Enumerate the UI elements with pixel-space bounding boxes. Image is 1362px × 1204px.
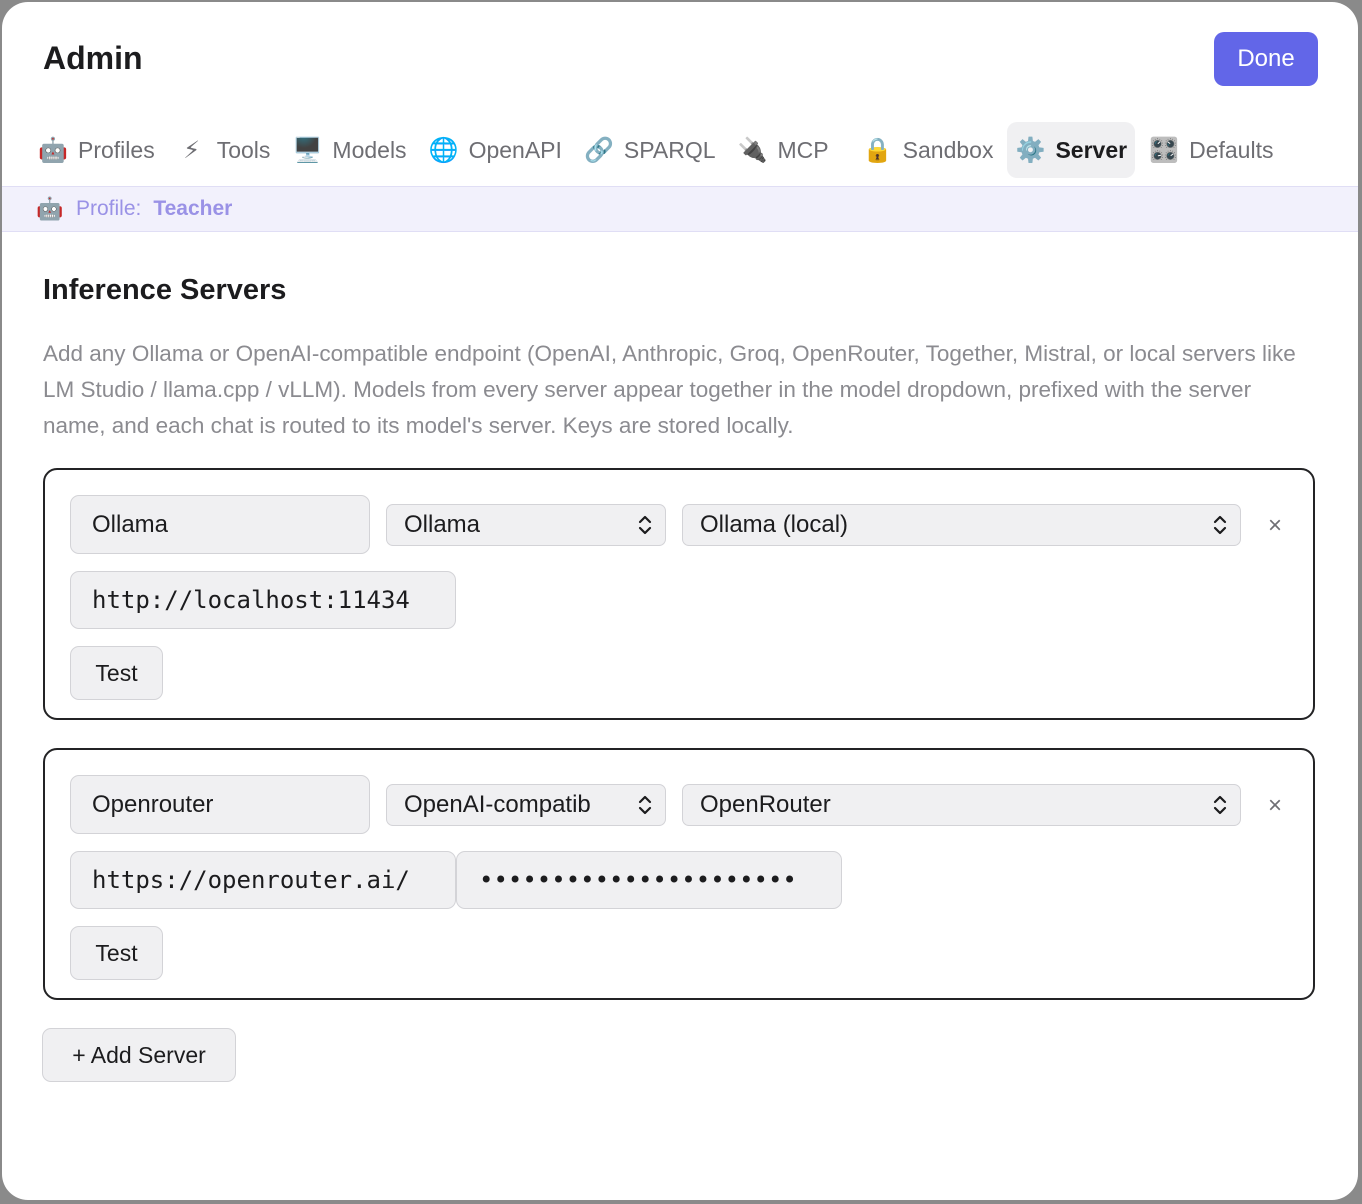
server-type-value: Ollama	[404, 511, 481, 538]
section-title: Inference Servers	[43, 274, 287, 306]
tab-profiles[interactable]: 🤖 Profiles	[30, 122, 163, 178]
tab-bar: 🤖 Profiles ⚡ Tools 🖥️ Models 🌐 OpenAPI 🔗…	[30, 121, 1287, 179]
server-name-input[interactable]: Openrouter	[70, 775, 370, 834]
server-type-value: OpenAI-compatib	[404, 791, 591, 818]
server-preset-value: Ollama (local)	[700, 511, 849, 538]
section-description: Add any Ollama or OpenAI-compatible endp…	[43, 341, 1296, 438]
tab-mcp[interactable]: 🔌 MCP	[730, 122, 837, 178]
test-button[interactable]: Test	[70, 646, 163, 700]
server-preset-select[interactable]: Ollama (local)	[682, 504, 1241, 546]
profile-bar: 🤖 Profile: Teacher	[2, 186, 1358, 232]
server-card: Ollama Ollama Ollama (local) × http://lo…	[43, 468, 1315, 720]
server-preset-select[interactable]: OpenRouter	[682, 784, 1241, 826]
tab-label: Models	[332, 136, 407, 163]
profile-name: Teacher	[153, 197, 233, 220]
chevron-up-down-icon	[1213, 515, 1227, 535]
server-type-select[interactable]: Ollama	[386, 504, 666, 546]
profile-label: Profile:	[76, 197, 142, 220]
link-icon: 🔗	[583, 136, 614, 164]
robot-icon: 🤖	[38, 136, 68, 164]
remove-server-button[interactable]: ×	[1263, 792, 1287, 820]
tab-server[interactable]: ⚙️ Server	[1007, 122, 1136, 178]
server-type-select[interactable]: OpenAI-compatib	[386, 784, 666, 826]
monitor-icon: 🖥️	[292, 136, 323, 164]
page-title: Admin	[43, 40, 143, 76]
server-preset-value: OpenRouter	[700, 791, 831, 818]
admin-modal: Admin Done 🤖 Profiles ⚡ Tools 🖥️ Models …	[2, 2, 1358, 1200]
plug-icon: 🔌	[737, 136, 768, 164]
tab-label: Tools	[216, 136, 271, 163]
tab-label: Defaults	[1189, 136, 1274, 163]
tab-label: OpenAPI	[468, 136, 562, 163]
tab-label: Profiles	[78, 136, 155, 163]
remove-server-button[interactable]: ×	[1263, 512, 1287, 540]
tab-label: Server	[1055, 136, 1128, 163]
chevron-up-down-icon	[638, 515, 652, 535]
robot-icon: 🤖	[36, 196, 64, 221]
server-url-input[interactable]: https://openrouter.ai/	[70, 851, 456, 909]
tab-tools[interactable]: ⚡ Tools	[169, 122, 279, 178]
test-button[interactable]: Test	[70, 926, 163, 980]
server-card: Openrouter OpenAI-compatib OpenRouter × …	[43, 748, 1315, 1000]
tab-sandbox[interactable]: 🔒 Sandbox	[855, 122, 1002, 178]
tab-defaults[interactable]: 🎛️ Defaults	[1141, 122, 1281, 178]
gear-icon: ⚙️	[1015, 136, 1046, 164]
control-knobs-icon: 🎛️	[1149, 136, 1180, 164]
add-server-button[interactable]: + Add Server	[42, 1028, 236, 1082]
tab-label: Sandbox	[902, 136, 994, 163]
chevron-up-down-icon	[1213, 795, 1227, 815]
tab-openapi[interactable]: 🌐 OpenAPI	[421, 122, 570, 178]
tab-label: MCP	[777, 136, 829, 163]
api-key-input[interactable]: ••••••••••••••••••••••	[456, 851, 842, 909]
server-name-input[interactable]: Ollama	[70, 495, 370, 554]
globe-icon: 🌐	[428, 136, 459, 164]
chevron-up-down-icon	[638, 795, 652, 815]
tab-models[interactable]: 🖥️ Models	[284, 122, 414, 178]
lock-icon: 🔒	[862, 136, 893, 164]
tab-label: SPARQL	[623, 136, 716, 163]
done-button[interactable]: Done	[1214, 32, 1318, 86]
tab-sparql[interactable]: 🔗 SPARQL	[576, 122, 724, 178]
server-url-input[interactable]: http://localhost:11434	[70, 571, 456, 629]
lightning-icon: ⚡	[183, 136, 201, 164]
